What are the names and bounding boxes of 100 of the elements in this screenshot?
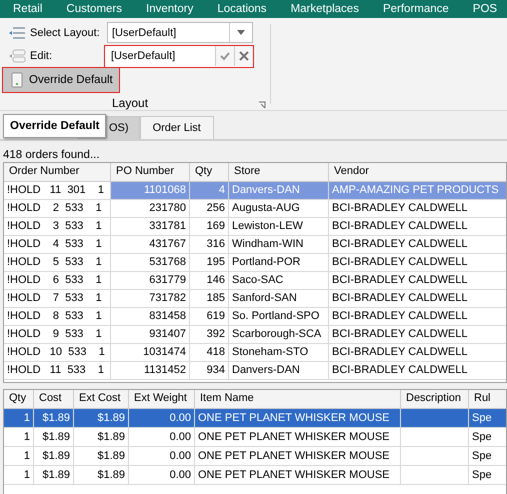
table-cell: $1.89 (74, 466, 129, 485)
table-cell: !HOLD 6 533 1 (4, 272, 111, 290)
table-cell: So. Portland-SPO (229, 308, 329, 326)
table-cell: $1.89 (74, 409, 129, 428)
table-cell: !HOLD 8 533 1 (4, 308, 111, 326)
edit-field[interactable]: [UserDefault] (104, 44, 254, 68)
table-cell: !HOLD 9 533 1 (4, 326, 111, 344)
table-cell: $1.89 (34, 466, 74, 485)
table-cell: 0.00 (129, 466, 195, 485)
table-cell: 4 (190, 182, 229, 200)
table-cell: Danvers-DAN (229, 362, 329, 380)
table-cell: BCI-BRADLEY CALDWELL (329, 236, 506, 254)
table-cell: BCI-BRADLEY CALDWELL (329, 290, 506, 308)
menu-item[interactable]: Inventory (133, 3, 204, 15)
table-cell: Portland-POR (229, 254, 329, 272)
table-cell (401, 447, 469, 466)
table-cell: 1131452 (111, 362, 190, 380)
layout-dropdown[interactable]: [UserDefault] (107, 22, 253, 44)
table-cell: 418 (190, 344, 229, 362)
dialog-launcher-icon[interactable] (258, 101, 266, 109)
list-icon (8, 24, 26, 41)
menu-item[interactable]: POS (460, 3, 507, 15)
table-cell: BCI-BRADLEY CALDWELL (329, 254, 506, 272)
table-cell: !HOLD 4 533 1 (4, 236, 111, 254)
tooltip: Override Default (3, 114, 106, 138)
table-cell: !HOLD 7 533 1 (4, 290, 111, 308)
table-cell: $1.89 (74, 428, 129, 447)
field-label: Edit: (30, 50, 54, 62)
table-cell: Lewiston-LEW (229, 218, 329, 236)
table-cell: Spe (469, 447, 506, 466)
close-icon[interactable] (234, 46, 253, 66)
tab[interactable]: Order List (140, 116, 214, 139)
menu-item[interactable]: Retail (0, 3, 54, 15)
table-cell: $1.89 (74, 447, 129, 466)
table-cell: 1 (4, 409, 34, 428)
table-cell (401, 428, 469, 447)
menu-item[interactable]: Marketplaces (278, 3, 370, 15)
table-cell: ONE PET PLANET WHISKER MOUSE (195, 447, 401, 466)
table-cell: 316 (190, 236, 229, 254)
table-cell: Windham-WIN (229, 236, 329, 254)
table-cell: Saco-SAC (229, 272, 329, 290)
table-cell: BCI-BRADLEY CALDWELL (329, 344, 506, 362)
table-cell: 185 (190, 290, 229, 308)
table-cell: !HOLD 3 533 1 (4, 218, 111, 236)
table-cell: $1.89 (34, 447, 74, 466)
table-cell: 731782 (111, 290, 190, 308)
group-label: Layout (112, 96, 148, 110)
menu-item[interactable]: Locations (204, 3, 278, 15)
table-cell: BCI-BRADLEY CALDWELL (329, 308, 506, 326)
table-cell: !HOLD 11 533 1 (4, 362, 111, 380)
document-icon (11, 72, 23, 88)
menu-item[interactable]: Performance (370, 3, 460, 15)
table-cell: 331781 (111, 218, 190, 236)
table-cell: 1 (4, 447, 34, 466)
status-text: 418 orders found... (2, 149, 101, 162)
table-cell: 1031474 (111, 344, 190, 362)
table-cell: 0.00 (129, 447, 195, 466)
table-cell: Scarborough-SCA (229, 326, 329, 344)
table-cell: 619 (190, 308, 229, 326)
table-cell: 631779 (111, 272, 190, 290)
table-cell: !HOLD 2 533 1 (4, 200, 111, 218)
table-cell: Spe (469, 428, 506, 447)
table-cell: 1 (4, 428, 34, 447)
table-cell: 0.00 (129, 409, 195, 428)
table-cell: Augusta-AUG (229, 200, 329, 218)
table-cell: 195 (190, 254, 229, 272)
table-cell: Danvers-DAN (229, 182, 329, 200)
table-cell: !HOLD 11 301 1 (4, 182, 111, 200)
table-cell: !HOLD 5 533 1 (4, 254, 111, 272)
table-cell: 931407 (111, 326, 190, 344)
table-cell: BCI-BRADLEY CALDWELL (329, 362, 506, 380)
table-cell: BCI-BRADLEY CALDWELL (329, 326, 506, 344)
table-cell: 934 (190, 362, 229, 380)
table-cell: Sanford-SAN (229, 290, 329, 308)
table-cell: Spe (469, 466, 506, 485)
table-cell: BCI-BRADLEY CALDWELL (329, 272, 506, 290)
table-cell: 431767 (111, 236, 190, 254)
field-label: Select Layout: (30, 26, 101, 39)
table-cell: !HOLD 10 533 1 (4, 344, 111, 362)
table-cell: ONE PET PLANET WHISKER MOUSE (195, 428, 401, 447)
table-cell: 831458 (111, 308, 190, 326)
table-cell: BCI-BRADLEY CALDWELL (329, 200, 506, 218)
table-cell: ONE PET PLANET WHISKER MOUSE (195, 409, 401, 428)
check-icon[interactable] (215, 46, 234, 66)
override-default-button[interactable]: Override Default (2, 67, 120, 93)
table-cell: 256 (190, 200, 229, 218)
table-cell: $1.89 (34, 428, 74, 447)
table-cell: 1101068 (111, 182, 190, 200)
table-cell: AMP-AMAZING PET PRODUCTS (329, 182, 506, 200)
table-cell: ONE PET PLANET WHISKER MOUSE (195, 466, 401, 485)
table-cell: 392 (190, 326, 229, 344)
menu-item[interactable]: Customers (53, 3, 134, 15)
table-cell: Stoneham-STO (229, 344, 329, 362)
table-cell: 0.00 (129, 428, 195, 447)
table-cell: 231780 (111, 200, 190, 218)
table-cell: 146 (190, 272, 229, 290)
table-cell (401, 409, 469, 428)
list-icon (8, 48, 26, 64)
table-cell: Spe (469, 409, 506, 428)
table-cell: 1 (4, 466, 34, 485)
